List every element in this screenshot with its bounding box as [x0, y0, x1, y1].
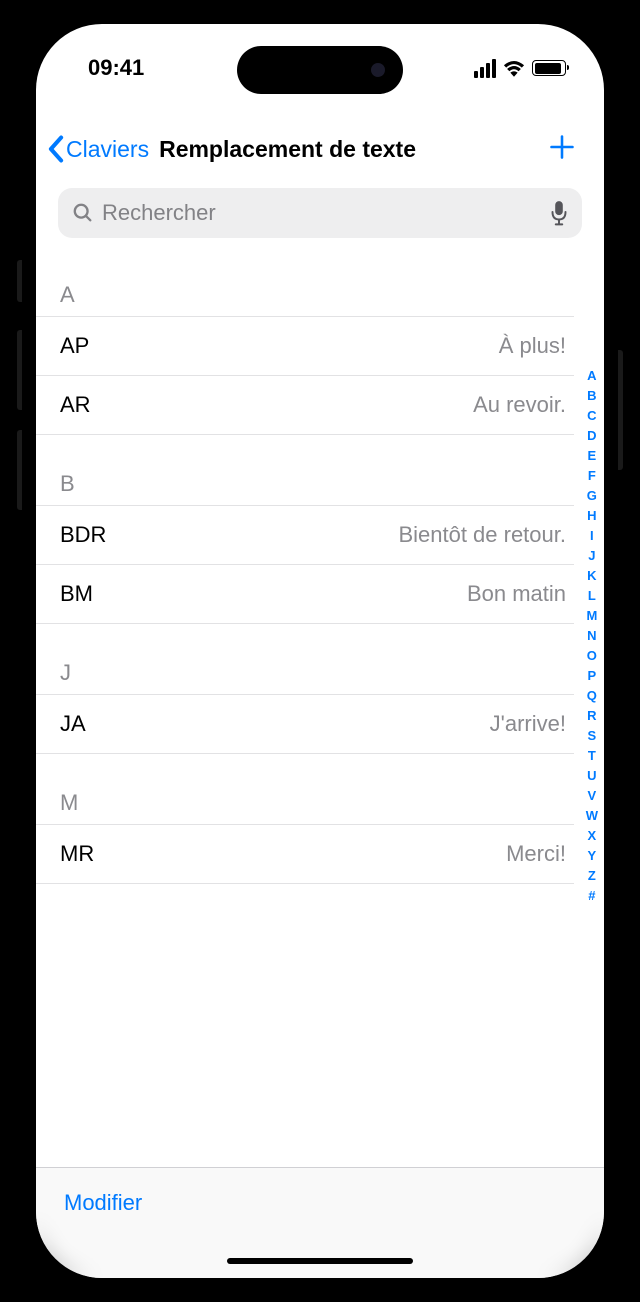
- index-letter[interactable]: D: [587, 426, 596, 446]
- list-item[interactable]: AP À plus!: [36, 317, 574, 376]
- mic-icon[interactable]: [550, 200, 568, 226]
- list-item[interactable]: JA J'arrive!: [36, 695, 574, 754]
- index-letter[interactable]: H: [587, 506, 596, 526]
- index-letter[interactable]: A: [587, 366, 596, 386]
- shortcut-text: AR: [60, 392, 91, 418]
- edit-button[interactable]: Modifier: [64, 1190, 142, 1215]
- list-item[interactable]: BM Bon matin: [36, 565, 574, 624]
- phrase-text: Merci!: [506, 841, 566, 867]
- alphabet-index[interactable]: ABCDEFGHIJKLMNOPQRSTUVWXYZ#: [586, 366, 598, 906]
- screen: 09:41 Claviers Remplacement de texte: [36, 24, 604, 1278]
- phrase-text: Au revoir.: [473, 392, 566, 418]
- content-area: AAPÀ plus!ARAu revoir.BBDRBientôt de ret…: [36, 248, 604, 1167]
- section-header: J: [36, 624, 574, 695]
- index-letter[interactable]: C: [587, 406, 596, 426]
- index-letter[interactable]: S: [588, 726, 597, 746]
- phrase-text: J'arrive!: [490, 711, 566, 737]
- index-letter[interactable]: J: [588, 546, 595, 566]
- back-label: Claviers: [66, 136, 149, 163]
- index-letter[interactable]: T: [588, 746, 596, 766]
- index-letter[interactable]: U: [587, 766, 596, 786]
- index-letter[interactable]: #: [588, 886, 595, 906]
- index-letter[interactable]: X: [588, 826, 597, 846]
- home-indicator[interactable]: [227, 1258, 413, 1264]
- index-letter[interactable]: R: [587, 706, 596, 726]
- phone-frame: 09:41 Claviers Remplacement de texte: [22, 10, 618, 1292]
- page-title: Remplacement de texte: [159, 136, 416, 163]
- shortcut-text: BM: [60, 581, 93, 607]
- list-item[interactable]: AR Au revoir.: [36, 376, 574, 435]
- index-letter[interactable]: K: [587, 566, 596, 586]
- index-letter[interactable]: I: [590, 526, 594, 546]
- chevron-left-icon: [48, 135, 64, 163]
- search-input[interactable]: Rechercher: [58, 188, 582, 238]
- index-letter[interactable]: E: [588, 446, 597, 466]
- shortcut-text: BDR: [60, 522, 106, 548]
- index-letter[interactable]: M: [586, 606, 597, 626]
- search-icon: [72, 202, 94, 224]
- phrase-text: Bon matin: [467, 581, 566, 607]
- index-letter[interactable]: Q: [587, 686, 597, 706]
- shortcut-text: MR: [60, 841, 94, 867]
- index-letter[interactable]: G: [587, 486, 597, 506]
- list-item[interactable]: MR Merci!: [36, 825, 574, 884]
- battery-icon: [532, 60, 566, 76]
- index-letter[interactable]: W: [586, 806, 598, 826]
- index-letter[interactable]: P: [588, 666, 597, 686]
- status-indicators: [474, 59, 566, 78]
- add-button[interactable]: [542, 130, 582, 168]
- index-letter[interactable]: F: [588, 466, 596, 486]
- index-letter[interactable]: V: [588, 786, 597, 806]
- shortcut-text: AP: [60, 333, 89, 359]
- shortcut-text: JA: [60, 711, 86, 737]
- phrase-text: À plus!: [499, 333, 566, 359]
- plus-icon: [548, 133, 576, 161]
- dynamic-island: [237, 46, 403, 94]
- index-letter[interactable]: O: [587, 646, 597, 666]
- phrase-text: Bientôt de retour.: [398, 522, 566, 548]
- index-letter[interactable]: L: [588, 586, 596, 606]
- status-time: 09:41: [88, 55, 144, 81]
- index-letter[interactable]: B: [587, 386, 596, 406]
- index-letter[interactable]: Y: [588, 846, 597, 866]
- list-item[interactable]: BDR Bientôt de retour.: [36, 506, 574, 565]
- section-header: A: [36, 248, 574, 317]
- back-button[interactable]: Claviers: [48, 135, 149, 163]
- cellular-icon: [474, 59, 496, 78]
- index-letter[interactable]: N: [587, 626, 596, 646]
- section-header: M: [36, 754, 574, 825]
- section-header: B: [36, 435, 574, 506]
- index-letter[interactable]: Z: [588, 866, 596, 886]
- wifi-icon: [503, 60, 525, 77]
- navigation-bar: Claviers Remplacement de texte: [36, 100, 604, 184]
- replacements-list[interactable]: AAPÀ plus!ARAu revoir.BBDRBientôt de ret…: [36, 248, 604, 884]
- search-placeholder: Rechercher: [102, 200, 542, 226]
